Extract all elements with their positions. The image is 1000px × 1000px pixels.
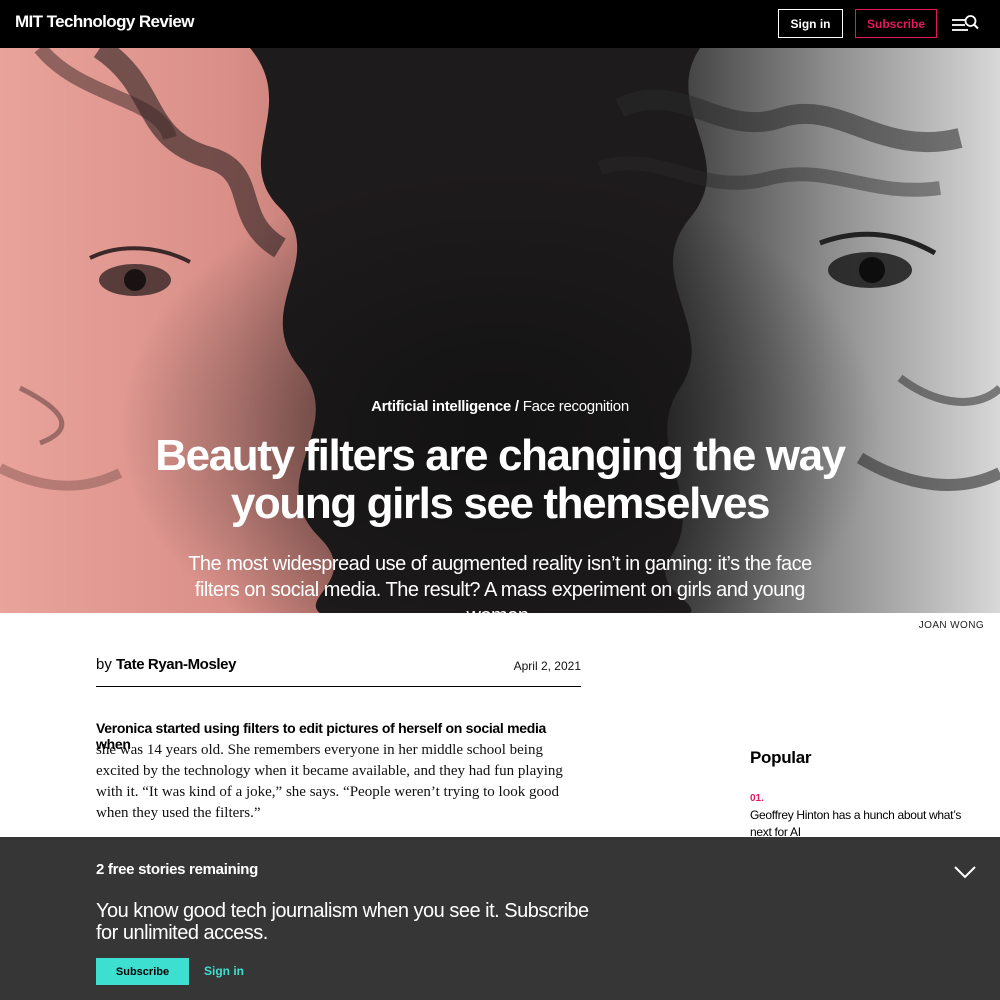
- site-logo[interactable]: MIT Technology Review: [15, 12, 194, 32]
- image-credit: JOAN WONG: [918, 620, 984, 631]
- popular-item-number: 01.: [750, 793, 764, 804]
- chevron-down-icon[interactable]: [954, 865, 976, 879]
- popular-heading: Popular: [750, 748, 812, 767]
- site-header: MIT Technology Review Sign in Subscribe: [0, 0, 1000, 48]
- free-stories-count: 2 free stories remaining: [96, 861, 259, 878]
- article-dek: The most widespread use of augmented rea…: [188, 553, 812, 613]
- article-kicker: Artificial intelligence / Face recognition: [0, 398, 1000, 415]
- publish-date: April 2, 2021: [513, 659, 581, 673]
- byline-author: by Tate Ryan-Mosley: [96, 656, 236, 673]
- kicker-separator: /: [514, 398, 519, 415]
- paywall-subscribe-button[interactable]: Subscribe: [96, 958, 189, 985]
- hero-illustration: [0, 48, 1000, 613]
- paywall-message: You know good tech journalism when you s…: [96, 900, 589, 944]
- popular-item-link[interactable]: Geoffrey Hinton has a hunch about what’s…: [750, 807, 975, 841]
- subcategory-link[interactable]: Face recognition: [523, 398, 629, 415]
- paywall-sign-in-link[interactable]: Sign in: [204, 964, 244, 978]
- article-headline: Beauty filters are changing the way youn…: [155, 431, 846, 528]
- category-link[interactable]: Artificial intelligence: [371, 398, 511, 415]
- subscribe-button[interactable]: Subscribe: [855, 9, 937, 38]
- article-body: she was 14 years old. She remembers ever…: [96, 742, 563, 821]
- menu-search-icon[interactable]: [951, 13, 979, 35]
- hero-banner: Artificial intelligence / Face recognition…: [0, 48, 1000, 613]
- paywall-banner: 2 free stories remaining You know good t…: [0, 837, 1000, 1000]
- byline: by Tate Ryan-Mosley April 2, 2021: [96, 656, 581, 687]
- byline-prefix: by: [96, 656, 112, 673]
- author-link[interactable]: Tate Ryan-Mosley: [116, 656, 236, 673]
- sign-in-button[interactable]: Sign in: [778, 9, 843, 38]
